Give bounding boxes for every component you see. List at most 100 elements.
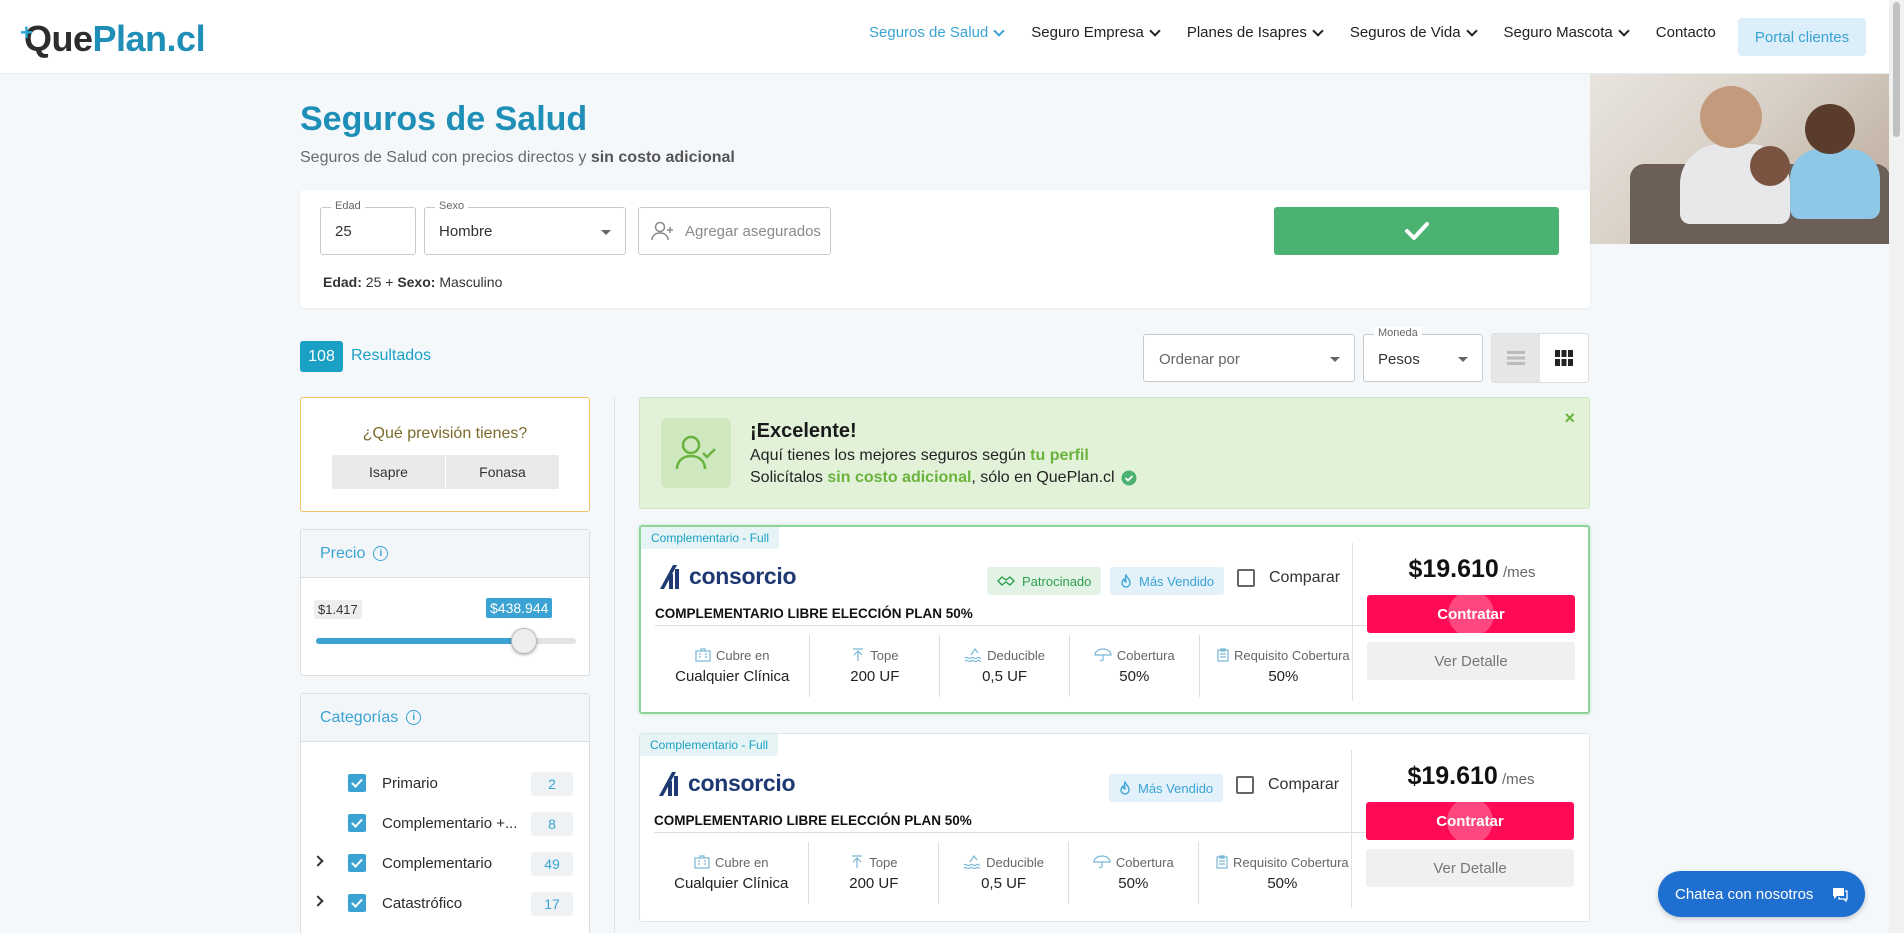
contract-button[interactable]: Contratar — [1366, 802, 1574, 840]
spec-value: 50% — [1118, 874, 1149, 892]
chevron-right-icon[interactable] — [312, 855, 324, 867]
banner-close-icon[interactable]: × — [1564, 408, 1575, 429]
brand-name: consorcio — [688, 770, 796, 796]
nav-seguros-vida[interactable]: Seguros de Vida — [1350, 24, 1478, 41]
price-min-tag: $1.417 — [314, 600, 362, 619]
checkbox-unchecked[interactable] — [1236, 776, 1254, 794]
price-slider-handle[interactable] — [511, 628, 537, 654]
spec-value: 50% — [1268, 667, 1299, 685]
prevision-fonasa-button[interactable]: Fonasa — [445, 455, 559, 489]
spec-deducible: Deducible 0,5 UF — [939, 842, 1069, 904]
summary-sex-label: Sexo: — [397, 274, 436, 290]
spec-key: Tope — [869, 854, 898, 870]
chat-widget-button[interactable]: Chatea con nosotros — [1658, 871, 1865, 917]
currency-select[interactable]: Moneda Pesos — [1363, 327, 1483, 382]
age-field[interactable]: Edad 25 — [320, 200, 416, 255]
nav-planes-isapres[interactable]: Planes de Isapres — [1187, 24, 1324, 41]
nav-contacto[interactable]: Contacto — [1656, 24, 1716, 41]
spec-value: Cualquier Clínica — [675, 667, 790, 685]
plan-price: $19.610 /mes — [1358, 762, 1584, 791]
contract-label: Contratar — [1437, 605, 1505, 623]
add-insured-button[interactable]: Agregar asegurados — [638, 207, 831, 255]
page-scrollbar[interactable] — [1889, 0, 1904, 933]
category-row-complementario-plus[interactable]: Complementario +... 8 — [301, 808, 589, 838]
arrow-up-icon — [853, 648, 864, 661]
category-row-primario[interactable]: Primario 2 — [301, 768, 589, 798]
spec-tope: Tope 200 UF — [809, 842, 940, 904]
info-icon[interactable]: i — [406, 710, 422, 725]
spec-cobertura: Cobertura 50% — [1069, 842, 1199, 904]
water-icon — [963, 855, 981, 869]
category-label: Complementario — [382, 854, 493, 872]
category-count: 17 — [531, 892, 573, 916]
hero-child-head — [1750, 146, 1790, 186]
age-label: Edad — [331, 200, 365, 212]
spec-key: Requisito Cobertura — [1234, 647, 1350, 663]
hero-person-head — [1700, 86, 1762, 148]
price-slider-fill — [316, 638, 524, 644]
add-user-icon — [651, 221, 673, 241]
search-summary: Edad: 25 + Sexo: Masculino — [323, 274, 502, 290]
checkbox-checked[interactable] — [348, 774, 366, 792]
compare-label: Comparar — [1268, 776, 1340, 793]
spec-key: Tope — [870, 647, 899, 663]
view-detail-button[interactable]: Ver Detalle — [1367, 642, 1575, 680]
banner-line2-text: Solicítalos sin costo adicional, sólo en… — [750, 469, 1115, 487]
spec-tope: Tope 200 UF — [810, 635, 941, 697]
badge-label: Más Vendido — [1139, 573, 1215, 589]
category-count: 2 — [531, 772, 573, 796]
currency-label: Moneda — [1374, 327, 1422, 339]
spec-requisito-cobertura: Requisito Cobertura 50% — [1199, 842, 1366, 904]
nav-seguro-empresa[interactable]: Seguro Empresa — [1031, 24, 1161, 41]
banner-line1: Aquí tienes los mejores seguros según tu… — [750, 447, 1089, 465]
category-row-catastrofico[interactable]: Catastrófico 17 — [301, 888, 589, 918]
view-detail-button[interactable]: Ver Detalle — [1366, 849, 1574, 887]
portal-clientes-button[interactable]: Portal clientes — [1738, 18, 1866, 56]
site-header: + QuePlan.cl Seguros de Salud Seguro Empr… — [0, 0, 1889, 74]
chevron-right-icon[interactable] — [312, 895, 324, 907]
plan-vertical-divider — [1352, 543, 1353, 701]
checkbox-checked[interactable] — [348, 854, 366, 872]
categories-filter-header[interactable]: Categorías i — [301, 694, 589, 742]
chevron-down-icon — [1465, 24, 1478, 37]
prevision-isapre-button[interactable]: Isapre — [332, 455, 445, 489]
sex-select[interactable]: Sexo Hombre — [424, 200, 626, 255]
category-row-complementario[interactable]: Complementario 49 — [301, 848, 589, 878]
plan-category-tag: Complementario - Full — [641, 527, 780, 549]
nav-label: Seguro Mascota — [1503, 24, 1613, 41]
info-icon[interactable]: i — [373, 546, 389, 561]
price-filter-header[interactable]: Precio i — [301, 530, 589, 578]
plan-category-tag: Complementario - Full — [640, 734, 779, 756]
checkmark-icon — [1404, 222, 1429, 240]
sort-select[interactable]: Ordenar por — [1143, 334, 1355, 382]
scrollbar-thumb[interactable] — [1893, 2, 1900, 137]
building-icon — [695, 648, 711, 662]
price-max-tag: $438.944 — [486, 598, 553, 618]
search-submit-button[interactable] — [1274, 207, 1559, 255]
contract-button[interactable]: Contratar — [1367, 595, 1575, 633]
nav-seguro-mascota[interactable]: Seguro Mascota — [1503, 24, 1630, 41]
compare-checkbox[interactable]: Comparar — [1236, 776, 1339, 794]
consorcio-logo: consorcio — [657, 563, 797, 590]
queplan-logo[interactable]: + QuePlan.cl — [20, 18, 206, 60]
caret-down-icon — [1458, 357, 1468, 362]
category-label: Complementario +... — [382, 814, 518, 832]
categories-filter-panel: Categorías i Primario 2 Complementario +… — [300, 693, 590, 933]
spec-deducible: Deducible 0,5 UF — [940, 635, 1070, 697]
quote-search-panel: Edad 25 Sexo Hombre Agregar asegurados E… — [300, 190, 1590, 308]
list-view-button[interactable] — [1492, 334, 1540, 382]
checkbox-checked[interactable] — [348, 894, 366, 912]
clipboard-icon — [1217, 648, 1229, 662]
plan-specs: Cubre en Cualquier Clínica Tope 200 UF Ded… — [655, 635, 1367, 697]
nav-seguros-salud[interactable]: Seguros de Salud — [869, 24, 1005, 41]
banner-text: Solicítalos — [750, 469, 828, 486]
main-nav: Seguros de Salud Seguro Empresa Planes d… — [869, 24, 1716, 41]
check-circle-icon — [1121, 470, 1137, 486]
price-value: $19.610 — [1408, 555, 1499, 583]
nav-label: Seguros de Salud — [869, 24, 989, 41]
price-slider-track[interactable] — [316, 628, 576, 654]
grid-view-button[interactable] — [1540, 334, 1588, 382]
compare-checkbox[interactable]: Comparar — [1237, 569, 1340, 587]
checkbox-unchecked[interactable] — [1237, 569, 1255, 587]
checkbox-checked[interactable] — [348, 814, 366, 832]
